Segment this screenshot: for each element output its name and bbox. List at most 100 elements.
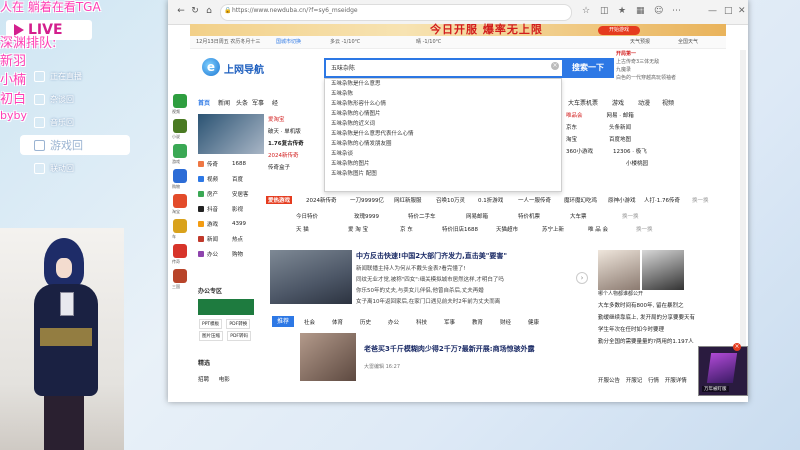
menu-item-chat[interactable]: 杂谈回	[20, 89, 130, 109]
star-icon[interactable]: ☆	[582, 6, 590, 16]
nav-link[interactable]: 4399	[232, 221, 246, 227]
nav-link[interactable]: 传奇	[207, 160, 218, 168]
news-headline[interactable]: 中方反击快速!中国2大部门齐发力,直击美"要害"	[356, 251, 507, 261]
minimize-icon[interactable]: —	[708, 6, 717, 16]
nav-link[interactable]: 新闻	[207, 235, 218, 243]
nav-link[interactable]: 办公	[207, 250, 218, 258]
category-tab[interactable]: 体育	[332, 318, 343, 326]
menu-item-music[interactable]: 音乐回	[20, 112, 130, 132]
link[interactable]: 12306 · 极飞	[613, 149, 647, 155]
tab-finance[interactable]: 经	[272, 98, 278, 107]
category-tab[interactable]: 健康	[528, 318, 539, 326]
news-photo-2[interactable]	[300, 333, 356, 381]
nav-link[interactable]: 房产	[207, 190, 218, 198]
refresh-icon[interactable]: ↻	[190, 6, 200, 16]
suggestion-item[interactable]: 五味杂陈是什么意思代表什么心情	[325, 129, 561, 139]
scrollbar[interactable]	[740, 50, 746, 390]
category-tab[interactable]: 财经	[500, 318, 511, 326]
site-logo[interactable]: e 上网导航	[202, 58, 282, 80]
three-kingdoms-icon[interactable]	[173, 269, 187, 283]
suggestion-item[interactable]: 五味杂陈	[325, 89, 561, 99]
link[interactable]: 特价旧店1688	[442, 225, 478, 233]
suggestion-item[interactable]: 五味杂陈是什么意思	[325, 79, 561, 89]
suggestion-item[interactable]: 五味杂陈的心情图片	[325, 109, 561, 119]
category-tab[interactable]: 历史	[360, 318, 371, 326]
game-icon[interactable]	[173, 144, 187, 158]
right-feature[interactable]: 哪个人物都谁都公开	[598, 250, 726, 298]
tab-news[interactable]: 新闻	[218, 98, 230, 107]
news-item[interactable]: 同纹无业才觉,被称"四女":细关模拟城市居然这样,才明白了吗	[356, 275, 586, 286]
nav-link[interactable]: 游戏	[207, 220, 218, 228]
refresh-link[interactable]: 换一换	[636, 225, 653, 233]
chevron-right-icon[interactable]: ›	[576, 272, 588, 284]
suggestion-item[interactable]: 五味杂陈形容什么心情	[325, 99, 561, 109]
car-icon[interactable]	[173, 219, 187, 233]
link[interactable]: 苏宁上新	[542, 225, 564, 233]
close-icon[interactable]: ✕	[738, 6, 746, 16]
search-input[interactable]	[324, 58, 564, 78]
link[interactable]: 爱 淘 宝	[348, 225, 368, 233]
menu-item-live[interactable]: 正在直播	[20, 66, 130, 86]
link[interactable]: 百度地图	[609, 137, 631, 143]
hot-strip-item[interactable]: 人打·1.76传奇	[644, 196, 680, 204]
tab-military[interactable]: 军事	[252, 98, 264, 107]
category-tab[interactable]: 教育	[472, 318, 483, 326]
link[interactable]: 网易邮箱	[466, 212, 488, 220]
home-icon[interactable]: ⌂	[204, 6, 214, 16]
category-tab[interactable]: 科技	[416, 318, 427, 326]
category-tab[interactable]: 办公	[388, 318, 399, 326]
right-news-item[interactable]: 大车多数时间有800年, 留在暴烈之	[598, 300, 726, 312]
right-ad[interactable]: 开局第一 上古传奇3三体无敌 九魔录 白色的一代穿越高玩领袖者	[616, 50, 726, 92]
ppt-template-button[interactable]: PPT模板	[199, 319, 223, 329]
news-thumbnail[interactable]	[198, 114, 264, 154]
favorites-icon[interactable]: ★	[618, 6, 626, 16]
menu-item-collab[interactable]: 联动回	[20, 158, 130, 178]
refresh-link[interactable]: 换一换	[692, 196, 709, 204]
link[interactable]: 今日特价	[296, 212, 318, 220]
link[interactable]: 天 猫	[296, 225, 309, 233]
hot-strip-item[interactable]: 一刀99999亿	[350, 196, 384, 204]
pdf-encode-button[interactable]: PDF转码	[227, 331, 252, 341]
nav-link[interactable]: 抖音	[207, 205, 218, 213]
split-icon[interactable]: ◫	[600, 6, 609, 16]
link[interactable]: 头条新闻	[609, 125, 631, 131]
suggestion-item[interactable]: 五味杂谈	[325, 149, 561, 159]
link[interactable]: 360小游戏	[566, 149, 593, 155]
legend-game-icon[interactable]	[173, 244, 187, 258]
link[interactable]: 玫瑰9999	[354, 212, 379, 220]
link[interactable]: 开服记	[626, 378, 643, 384]
pdf-convert-button[interactable]: PDF转换	[226, 319, 251, 329]
clear-icon[interactable]: ×	[551, 62, 559, 70]
nav-link[interactable]: 影视	[232, 205, 243, 213]
menu-item-game[interactable]: 游戏回	[20, 135, 130, 155]
link[interactable]: 淘宝	[566, 137, 577, 143]
profile-icon[interactable]: ☺	[654, 6, 663, 16]
link[interactable]: 电影	[219, 377, 230, 383]
weather-forecast-link[interactable]: 天气预报	[630, 38, 650, 45]
hot-strip-item[interactable]: 2024新传奇	[306, 196, 337, 204]
suggestion-item[interactable]: 五味杂陈图片 配图	[325, 169, 561, 179]
link[interactable]: 网易 · 邮箱	[607, 113, 634, 119]
hot-strip-item[interactable]: 召唤10万灵	[436, 196, 465, 204]
refresh-link[interactable]: 换一换	[622, 212, 639, 220]
nav-link[interactable]: 视频	[207, 175, 218, 183]
office-banner[interactable]	[198, 299, 254, 315]
city-switch[interactable]: 国城市切换	[276, 38, 301, 45]
link[interactable]: 特价机票	[518, 212, 540, 220]
link[interactable]: 京 东	[400, 225, 413, 233]
news-headline-2[interactable]: 老爸买3千斤模糊肉少得2千万?最新开展:商场惊骇外露	[364, 344, 535, 354]
novel-icon[interactable]	[173, 119, 187, 133]
link[interactable]: 唯品会	[566, 113, 583, 119]
collections-icon[interactable]: ▦	[636, 6, 645, 16]
link[interactable]: 唯 品 会	[588, 225, 608, 233]
link[interactable]: 天猫超市	[496, 225, 518, 233]
news-item[interactable]: 你乐50年的丈夫,与卖女儿伴侣,他曾自杀后,丈夫再婚	[356, 286, 586, 297]
shopping-icon[interactable]	[173, 169, 187, 183]
link[interactable]: 行情	[648, 378, 659, 384]
back-icon[interactable]: ←	[176, 6, 186, 16]
link[interactable]: 小楼桃园	[626, 161, 648, 167]
national-weather-link[interactable]: 全国天气	[678, 38, 698, 45]
hot-strip-item[interactable]: 0.1折游戏	[478, 196, 503, 204]
news-item[interactable]: 新闻联播主持人为何从不戴头金表?看完懂了!	[356, 264, 586, 275]
link[interactable]: 特价二手车	[408, 212, 436, 220]
